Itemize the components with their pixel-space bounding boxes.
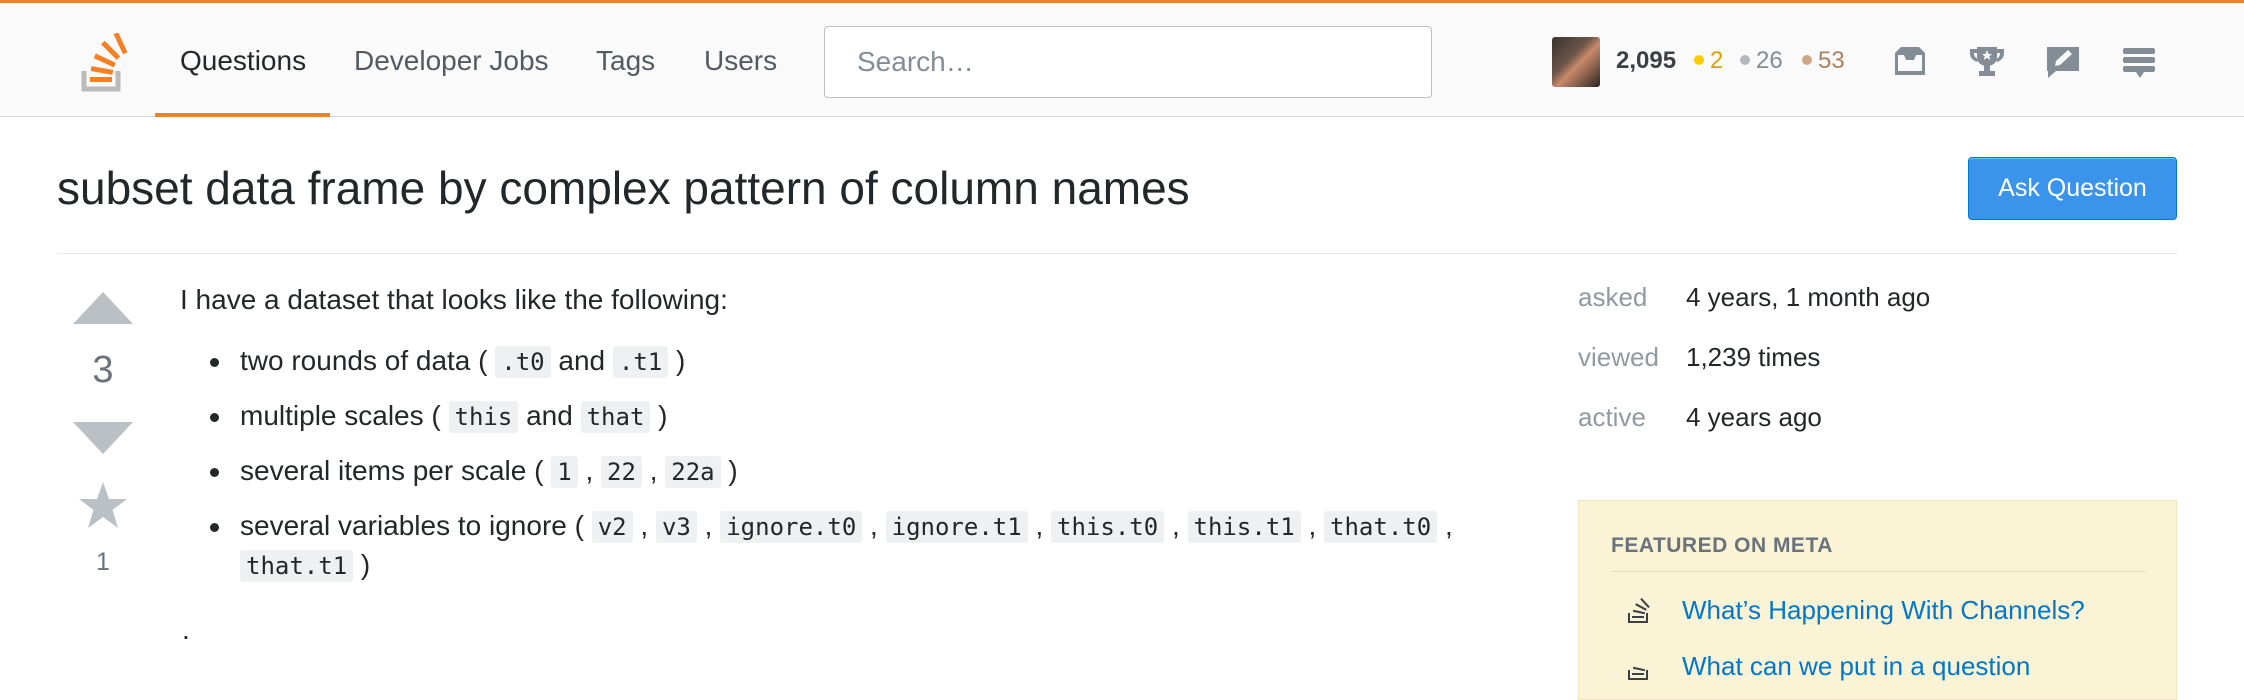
bullet-text: , (1437, 510, 1453, 541)
asked-row: asked 4 years, 1 month ago (1578, 282, 1930, 313)
review-icon[interactable] (2042, 41, 2084, 83)
nav-developer-jobs[interactable]: Developer Jobs (354, 43, 549, 79)
featured-divider (1611, 571, 2146, 572)
nav-active-indicator (155, 113, 330, 117)
downvote-arrow-icon[interactable] (73, 420, 133, 456)
bullet-item: several items per scale ( 1 , 22 , 22a ) (210, 452, 1470, 491)
inline-code: that.t0 (1324, 511, 1438, 543)
trophy-icon[interactable] (1966, 41, 2008, 83)
inline-code: v3 (655, 511, 697, 543)
search-input[interactable] (824, 26, 1432, 98)
bullet-text: ) (668, 345, 686, 376)
inline-code: v2 (591, 511, 633, 543)
inline-code: this.t0 (1051, 511, 1165, 543)
stackexchange-meta-icon (1628, 666, 1648, 680)
inline-code: ignore.t0 (720, 511, 863, 543)
favorite-star-icon[interactable] (77, 480, 129, 530)
bullet-text: ) (720, 455, 738, 486)
inline-code: 22a (665, 456, 721, 488)
ask-question-button[interactable]: Ask Question (1968, 157, 2177, 220)
trailing-text: . (182, 614, 190, 645)
asked-value[interactable]: 4 years, 1 month ago (1686, 282, 1930, 312)
bullet-text: , (1300, 510, 1325, 541)
bullet-text: , (632, 510, 656, 541)
featured-on-meta-box: FEATURED ON META What’s Happening With C… (1578, 500, 2177, 700)
stackexchange-meta-icon (1628, 598, 1650, 623)
bullet-item: two rounds of data ( .t0 and .t1 ) (210, 342, 1470, 381)
top-bar: Questions Developer Jobs Tags Users 2,09… (0, 0, 2244, 117)
inline-code: this (448, 401, 519, 433)
active-row: active 4 years ago (1578, 402, 1822, 433)
featured-link[interactable]: What can we put in a question (1682, 651, 2030, 682)
bullet-text: ) (353, 549, 371, 580)
stackoverflow-logo[interactable] (80, 33, 134, 95)
bullet-text: several variables to ignore ( (240, 510, 592, 541)
asked-label: asked (1578, 282, 1648, 312)
inbox-icon[interactable] (1889, 41, 1931, 83)
avatar[interactable] (1552, 37, 1600, 87)
inline-code: 22 (601, 456, 642, 488)
bullet-text: multiple scales ( (240, 400, 449, 431)
active-label: active (1578, 402, 1646, 432)
active-value[interactable]: 4 years ago (1686, 402, 1822, 432)
bullet-text: , (1027, 510, 1052, 541)
nav-users[interactable]: Users (704, 43, 777, 79)
site-switcher-icon[interactable] (2118, 41, 2160, 83)
question-title[interactable]: subset data frame by complex pattern of … (57, 160, 1190, 216)
gold-badge-count: 2 (1694, 47, 1723, 75)
bullet-text: and (518, 400, 581, 431)
inline-code: .t1 (612, 346, 669, 378)
favorite-count: 1 (96, 548, 110, 576)
silver-badge-count: 26 (1740, 47, 1783, 75)
viewed-value: 1,239 times (1686, 342, 1821, 372)
bullet-text: , (862, 510, 886, 541)
bullet-text: , (696, 510, 721, 541)
viewed-row: viewed 1,239 times (1578, 342, 1820, 373)
bronze-badge-count: 53 (1802, 47, 1845, 75)
featured-link[interactable]: What’s Happening With Channels? (1682, 595, 2085, 626)
question-intro: I have a dataset that looks like the fol… (180, 284, 728, 315)
viewed-label: viewed (1578, 342, 1659, 372)
featured-title: FEATURED ON META (1611, 534, 1833, 557)
bullet-text: , (641, 455, 666, 486)
bullet-text: ) (650, 400, 668, 431)
bullet-text: , (577, 455, 602, 486)
upvote-arrow-icon[interactable] (73, 290, 133, 326)
question-body: I have a dataset that looks like the fol… (180, 280, 1470, 601)
bullet-text: and (550, 345, 613, 376)
inline-code: that (580, 401, 651, 433)
inline-code: 1 (551, 456, 578, 488)
nav-questions[interactable]: Questions (180, 43, 306, 79)
nav-tags[interactable]: Tags (596, 43, 655, 79)
bullet-item: several variables to ignore ( v2 , v3 , … (210, 507, 1470, 585)
bullet-text: , (1164, 510, 1188, 541)
inline-code: .t0 (495, 346, 551, 378)
inline-code: ignore.t1 (885, 511, 1028, 543)
question-bullet-list: two rounds of data ( .t0 and .t1 ) multip… (180, 342, 1470, 585)
vote-count: 3 (92, 349, 114, 391)
inline-code: that.t1 (240, 550, 354, 582)
reputation-count: 2,095 (1616, 47, 1677, 74)
bullet-item: multiple scales ( this and that ) (210, 397, 1470, 436)
bullet-text: two rounds of data ( (240, 345, 496, 376)
inline-code: this.t1 (1187, 511, 1301, 543)
bullet-text: several items per scale ( (240, 455, 552, 486)
header-divider (57, 253, 2177, 254)
